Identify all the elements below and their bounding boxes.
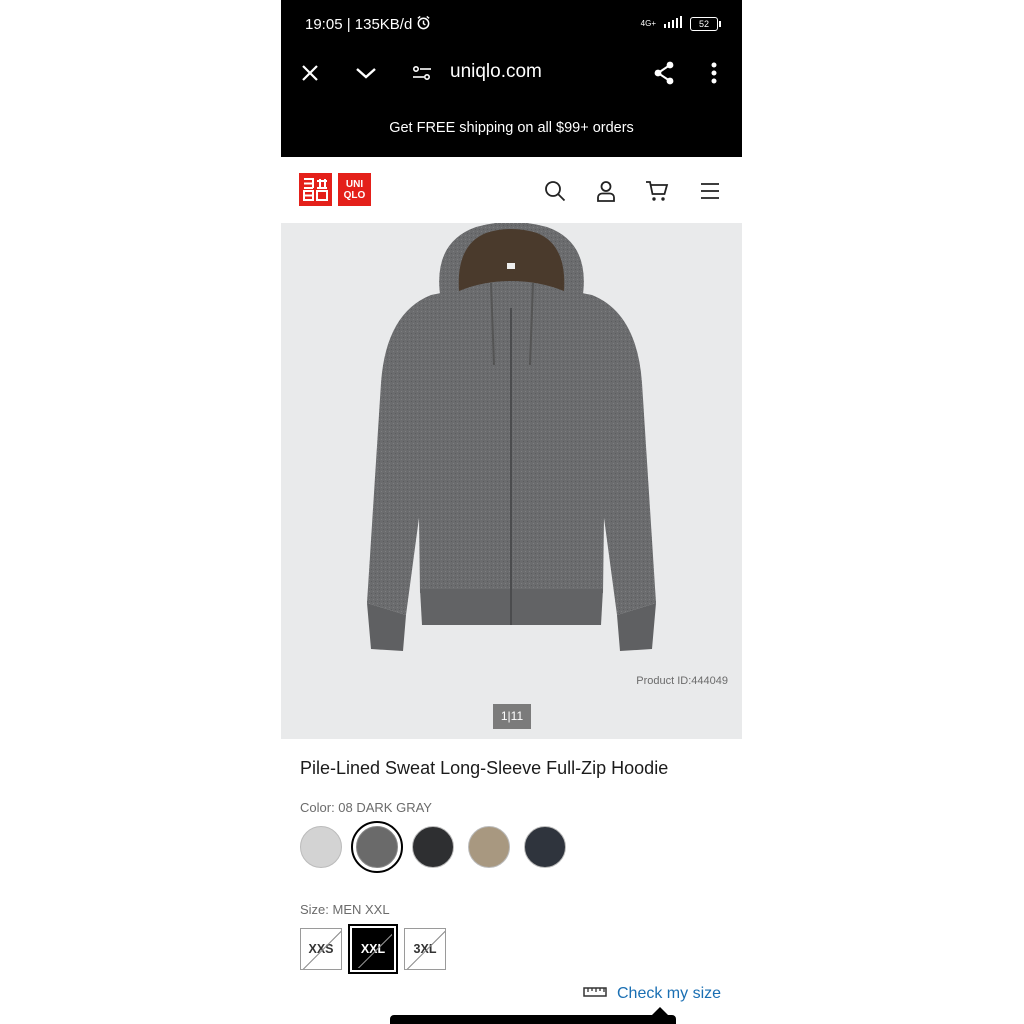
- status-time: 19:05 | 135KB/d: [305, 16, 413, 33]
- color-swatches: [300, 821, 566, 873]
- size-option-3xl[interactable]: 3XL: [404, 928, 446, 970]
- close-icon[interactable]: [299, 62, 321, 84]
- hoodie-image: [367, 223, 656, 651]
- product-image-gallery[interactable]: Product ID:444049 1|11: [281, 223, 742, 739]
- more-vert-icon[interactable]: [707, 61, 721, 85]
- account-icon[interactable]: [595, 179, 617, 203]
- swatch-dark-gray[interactable]: [351, 821, 403, 873]
- site-header: UNI QLO: [281, 157, 742, 223]
- size-options: XXS XXL 3XL: [300, 924, 446, 974]
- swatch-navy[interactable]: [524, 826, 566, 868]
- size-option-xxs[interactable]: XXS: [300, 928, 342, 970]
- phone-screen: 19:05 | 135KB/d 4G+ 52 uniqlo.com Get FR…: [281, 0, 742, 1024]
- search-icon[interactable]: [543, 179, 567, 203]
- cart-icon[interactable]: [645, 179, 669, 203]
- check-my-size-link[interactable]: Check my size: [583, 985, 721, 1003]
- product-title: Pile-Lined Sweat Long-Sleeve Full-Zip Ho…: [300, 758, 669, 778]
- swatch-beige[interactable]: [468, 826, 510, 868]
- url-text[interactable]: uniqlo.com: [450, 61, 542, 83]
- share-icon[interactable]: [652, 61, 676, 85]
- ruler-icon: [583, 985, 607, 1003]
- site-settings-icon[interactable]: [411, 62, 433, 84]
- product-id: Product ID:444049: [636, 675, 728, 687]
- browser-chrome: 19:05 | 135KB/d 4G+ 52 uniqlo.com Get FR…: [281, 0, 742, 157]
- logo-katakana: [299, 173, 332, 206]
- size-option-xxl[interactable]: XXL: [348, 924, 398, 974]
- logo-uniqlo-text: UNI QLO: [338, 173, 371, 206]
- alarm-icon: [416, 15, 431, 34]
- image-pager: 1|11: [493, 704, 531, 729]
- color-label: Color: 08 DARK GRAY: [300, 800, 432, 815]
- unavailable-slash: [405, 929, 445, 969]
- uniqlo-logo[interactable]: UNI QLO: [299, 173, 371, 206]
- swatch-light-gray[interactable]: [300, 826, 342, 868]
- bottom-tooltip-bar: [390, 1007, 676, 1024]
- signal-icon: [662, 15, 684, 32]
- url-bar: uniqlo.com: [281, 52, 742, 94]
- status-bar: 19:05 | 135KB/d 4G+ 52: [305, 15, 721, 35]
- swatch-black[interactable]: [412, 826, 454, 868]
- promo-banner[interactable]: Get FREE shipping on all $99+ orders: [281, 120, 742, 136]
- check-my-size-label: Check my size: [617, 985, 722, 1002]
- battery-indicator: 52: [690, 16, 721, 31]
- network-type: 4G+: [640, 18, 656, 28]
- chevron-down-icon[interactable]: [354, 62, 378, 84]
- menu-icon[interactable]: [699, 180, 721, 202]
- size-label: Size: MEN XXL: [300, 902, 390, 917]
